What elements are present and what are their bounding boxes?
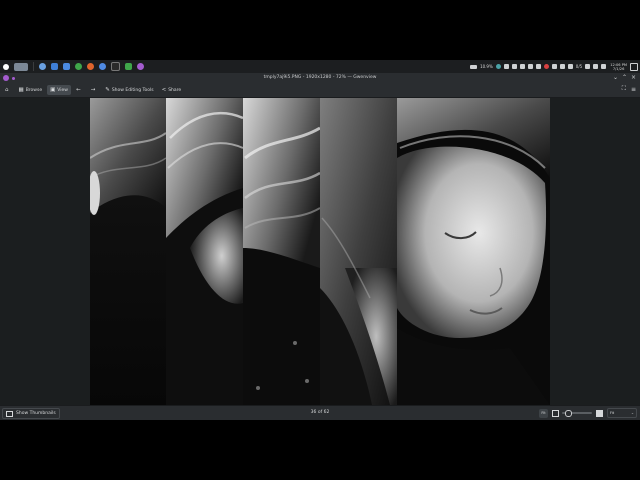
zoom-select-value: Fit (610, 411, 615, 415)
firefox-icon[interactable] (87, 63, 94, 70)
settings-app-icon[interactable] (51, 63, 58, 70)
volume-icon[interactable] (593, 64, 599, 69)
home-button[interactable]: ⌂ (2, 85, 14, 95)
level-text: 0/5 (575, 64, 583, 69)
clock-date: 7/1/26 (612, 66, 625, 71)
chevron-down-icon: ⌄ (630, 411, 634, 415)
arrow-right-icon: → (90, 87, 96, 93)
zoom-slider-handle[interactable] (564, 410, 572, 417)
hamburger-menu-icon[interactable]: ≡ (631, 86, 636, 93)
bluetooth-icon[interactable] (527, 64, 533, 69)
editing-tools-label: Show Editing Tools (111, 87, 154, 93)
minimize-icon[interactable]: ⌄ (613, 74, 618, 82)
toolbar-right: ⛶ ≡ (617, 85, 636, 93)
gwenview-icon[interactable] (137, 63, 144, 70)
zoom-slider[interactable] (562, 410, 592, 417)
desktop-top-area (0, 0, 640, 60)
zoom-controls: Fit Fit ⌄ (536, 408, 637, 418)
chrome-icon[interactable] (75, 63, 82, 70)
edit-icon: ✎ (105, 87, 110, 93)
clock[interactable]: 12:06 PM 7/1/26 (610, 63, 627, 71)
show-editing-tools-button[interactable]: ✎ Show Editing Tools (102, 85, 156, 95)
zoom-out-icon[interactable] (552, 409, 559, 417)
back-button[interactable]: ← (73, 85, 86, 95)
clock-time: 12:06 PM (610, 62, 627, 67)
fullscreen-icon[interactable]: ⛶ (622, 85, 626, 93)
zoom-in-icon[interactable] (596, 409, 603, 417)
displayed-image (88, 98, 550, 405)
chromium-icon[interactable] (99, 63, 106, 70)
browse-button[interactable]: ▦ Browse (16, 85, 46, 95)
forward-button[interactable]: → (88, 85, 101, 95)
image-viewer[interactable] (0, 98, 640, 405)
task-manager-icon[interactable] (125, 63, 132, 70)
share-icon: < (161, 87, 167, 93)
show-desktop-icon[interactable] (630, 62, 638, 71)
main-toolbar: ⌂ ▦ Browse ▣ View ← → ✎ Show Editing Too… (0, 83, 640, 98)
desktop-bottom-area (0, 420, 640, 480)
display-icon[interactable] (511, 64, 517, 69)
power-icon[interactable] (601, 64, 607, 69)
mail-icon[interactable] (470, 64, 478, 69)
maximize-icon[interactable]: ⌃ (622, 74, 627, 82)
portrait-collage-graphic (88, 98, 550, 405)
network-icon[interactable] (495, 64, 501, 69)
statusbar: Show Thumbnails 36 of 62 Fit Fit ⌄ (0, 405, 640, 420)
system-tray: 10.9% 0/5 12:06 PM 7/1/26 (467, 60, 638, 73)
home-icon: ⌂ (5, 87, 9, 93)
view-button[interactable]: ▣ View (47, 85, 71, 95)
screen: 10.9% 0/5 12:06 PM 7/1/26 tmply7aj9i5.PN… (0, 0, 640, 480)
browse-label: Browse (25, 87, 43, 93)
view-icon: ▣ (50, 87, 56, 93)
zoom-select[interactable]: Fit ⌄ (607, 408, 637, 418)
taskbar: 10.9% 0/5 12:06 PM 7/1/26 (0, 60, 640, 74)
arrow-left-icon: ← (75, 87, 81, 93)
battery-icon[interactable] (567, 64, 573, 69)
fit-label: Fit (541, 411, 546, 415)
brightness-icon[interactable] (559, 64, 565, 69)
files-app-icon[interactable] (63, 63, 70, 70)
terminal-icon[interactable] (111, 62, 120, 71)
view-label: View (57, 87, 68, 93)
desktop-pager-icon[interactable] (14, 62, 28, 71)
notifications-muted-icon[interactable] (519, 64, 525, 69)
microphone-icon[interactable] (585, 64, 591, 69)
window-title: tmply7aj9i5.PNG - 1920x1280 - 72% — Gwen… (263, 75, 377, 80)
close-icon[interactable]: × (631, 74, 636, 82)
share-button[interactable]: < Share (159, 85, 185, 95)
taskbar-separator (33, 62, 34, 71)
share-label: Share (168, 87, 182, 93)
window-titlebar[interactable]: tmply7aj9i5.PNG - 1920x1280 - 72% — Gwen… (0, 73, 640, 83)
browser-icon[interactable] (39, 63, 46, 70)
sync-icon[interactable] (503, 64, 509, 69)
record-icon[interactable] (543, 64, 549, 69)
battery-text: 10.9% (480, 64, 493, 69)
browse-icon: ▦ (18, 87, 24, 93)
fit-button[interactable]: Fit (539, 408, 548, 418)
app-launcher-icon[interactable] (3, 63, 9, 70)
clipboard-icon[interactable] (551, 64, 557, 69)
wifi-icon[interactable] (535, 64, 541, 69)
